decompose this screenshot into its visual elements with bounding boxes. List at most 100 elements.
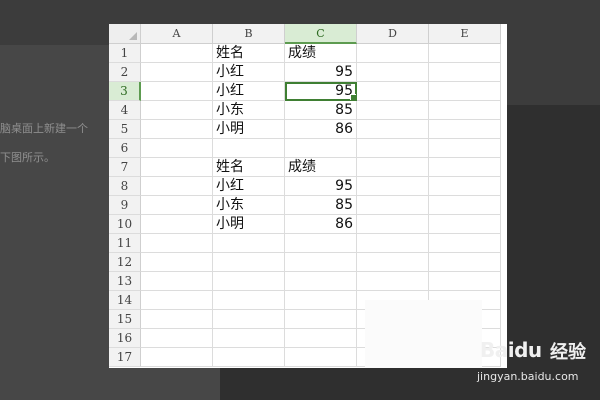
cell-c4[interactable]: 85 bbox=[285, 101, 357, 120]
cell-e13[interactable] bbox=[429, 272, 501, 291]
column-header-d[interactable]: D bbox=[357, 24, 429, 44]
cell-a6[interactable] bbox=[141, 139, 213, 158]
cell-c16[interactable] bbox=[285, 329, 357, 348]
row-header-14[interactable]: 14 bbox=[109, 291, 141, 310]
cell-d12[interactable] bbox=[357, 253, 429, 272]
column-header-e[interactable]: E bbox=[429, 24, 501, 44]
cell-d11[interactable] bbox=[357, 234, 429, 253]
cell-c7[interactable]: 成绩 bbox=[285, 158, 357, 177]
cell-c6[interactable] bbox=[285, 139, 357, 158]
row-header-3[interactable]: 3 bbox=[109, 82, 141, 101]
cell-e6[interactable] bbox=[429, 139, 501, 158]
cell-b2[interactable]: 小红 bbox=[213, 63, 285, 82]
cell-c9[interactable]: 85 bbox=[285, 196, 357, 215]
cell-e8[interactable] bbox=[429, 177, 501, 196]
cell-b10[interactable]: 小明 bbox=[213, 215, 285, 234]
row-header-16[interactable]: 16 bbox=[109, 329, 141, 348]
row-header-13[interactable]: 13 bbox=[109, 272, 141, 291]
cell-b13[interactable] bbox=[213, 272, 285, 291]
cell-a11[interactable] bbox=[141, 234, 213, 253]
cell-c11[interactable] bbox=[285, 234, 357, 253]
cell-e10[interactable] bbox=[429, 215, 501, 234]
cell-a5[interactable] bbox=[141, 120, 213, 139]
cell-b12[interactable] bbox=[213, 253, 285, 272]
cell-c5[interactable]: 86 bbox=[285, 120, 357, 139]
cell-a13[interactable] bbox=[141, 272, 213, 291]
cell-c3[interactable]: 95 bbox=[285, 82, 357, 101]
cell-a15[interactable] bbox=[141, 310, 213, 329]
cell-a14[interactable] bbox=[141, 291, 213, 310]
cell-c10[interactable]: 86 bbox=[285, 215, 357, 234]
row-header-1[interactable]: 1 bbox=[109, 44, 141, 63]
cell-c17[interactable] bbox=[285, 348, 357, 367]
row-header-17[interactable]: 17 bbox=[109, 348, 141, 367]
row-header-11[interactable]: 11 bbox=[109, 234, 141, 253]
cell-d3[interactable] bbox=[357, 82, 429, 101]
row-header-6[interactable]: 6 bbox=[109, 139, 141, 158]
row-header-2[interactable]: 2 bbox=[109, 63, 141, 82]
cell-b8[interactable]: 小红 bbox=[213, 177, 285, 196]
cell-d1[interactable] bbox=[357, 44, 429, 63]
cell-b4[interactable]: 小东 bbox=[213, 101, 285, 120]
cell-a3[interactable] bbox=[141, 82, 213, 101]
cell-d4[interactable] bbox=[357, 101, 429, 120]
cell-e9[interactable] bbox=[429, 196, 501, 215]
cell-a17[interactable] bbox=[141, 348, 213, 367]
cell-c1[interactable]: 成绩 bbox=[285, 44, 357, 63]
row-header-5[interactable]: 5 bbox=[109, 120, 141, 139]
column-header-c[interactable]: C bbox=[285, 24, 357, 44]
cell-b3[interactable]: 小红 bbox=[213, 82, 285, 101]
cell-d5[interactable] bbox=[357, 120, 429, 139]
row-header-15[interactable]: 15 bbox=[109, 310, 141, 329]
cell-b1[interactable]: 姓名 bbox=[213, 44, 285, 63]
select-all-corner[interactable] bbox=[109, 24, 141, 44]
row-header-7[interactable]: 7 bbox=[109, 158, 141, 177]
cell-d7[interactable] bbox=[357, 158, 429, 177]
cell-b17[interactable] bbox=[213, 348, 285, 367]
cell-c15[interactable] bbox=[285, 310, 357, 329]
cell-e11[interactable] bbox=[429, 234, 501, 253]
cell-d6[interactable] bbox=[357, 139, 429, 158]
cell-b14[interactable] bbox=[213, 291, 285, 310]
cell-d13[interactable] bbox=[357, 272, 429, 291]
column-header-b[interactable]: B bbox=[213, 24, 285, 44]
cell-b5[interactable]: 小明 bbox=[213, 120, 285, 139]
row-header-9[interactable]: 9 bbox=[109, 196, 141, 215]
cell-b7[interactable]: 姓名 bbox=[213, 158, 285, 177]
cell-a1[interactable] bbox=[141, 44, 213, 63]
cell-e7[interactable] bbox=[429, 158, 501, 177]
fill-handle[interactable] bbox=[350, 94, 356, 100]
cell-b9[interactable]: 小东 bbox=[213, 196, 285, 215]
cell-a4[interactable] bbox=[141, 101, 213, 120]
cell-c13[interactable] bbox=[285, 272, 357, 291]
column-header-a[interactable]: A bbox=[141, 24, 213, 44]
cell-e2[interactable] bbox=[429, 63, 501, 82]
cell-e5[interactable] bbox=[429, 120, 501, 139]
cell-b15[interactable] bbox=[213, 310, 285, 329]
cell-a8[interactable] bbox=[141, 177, 213, 196]
cell-c14[interactable] bbox=[285, 291, 357, 310]
cell-a9[interactable] bbox=[141, 196, 213, 215]
cell-a7[interactable] bbox=[141, 158, 213, 177]
cell-e1[interactable] bbox=[429, 44, 501, 63]
cell-c12[interactable] bbox=[285, 253, 357, 272]
cell-b6[interactable] bbox=[213, 139, 285, 158]
cell-a10[interactable] bbox=[141, 215, 213, 234]
cell-d9[interactable] bbox=[357, 196, 429, 215]
cell-c2[interactable]: 95 bbox=[285, 63, 357, 82]
cell-c8[interactable]: 95 bbox=[285, 177, 357, 196]
row-header-4[interactable]: 4 bbox=[109, 101, 141, 120]
cell-e3[interactable] bbox=[429, 82, 501, 101]
cell-e4[interactable] bbox=[429, 101, 501, 120]
cell-b16[interactable] bbox=[213, 329, 285, 348]
cell-a2[interactable] bbox=[141, 63, 213, 82]
cell-b11[interactable] bbox=[213, 234, 285, 253]
cell-a16[interactable] bbox=[141, 329, 213, 348]
row-header-12[interactable]: 12 bbox=[109, 253, 141, 272]
cell-a12[interactable] bbox=[141, 253, 213, 272]
row-header-8[interactable]: 8 bbox=[109, 177, 141, 196]
cell-e12[interactable] bbox=[429, 253, 501, 272]
cell-d8[interactable] bbox=[357, 177, 429, 196]
cell-d2[interactable] bbox=[357, 63, 429, 82]
cell-d10[interactable] bbox=[357, 215, 429, 234]
